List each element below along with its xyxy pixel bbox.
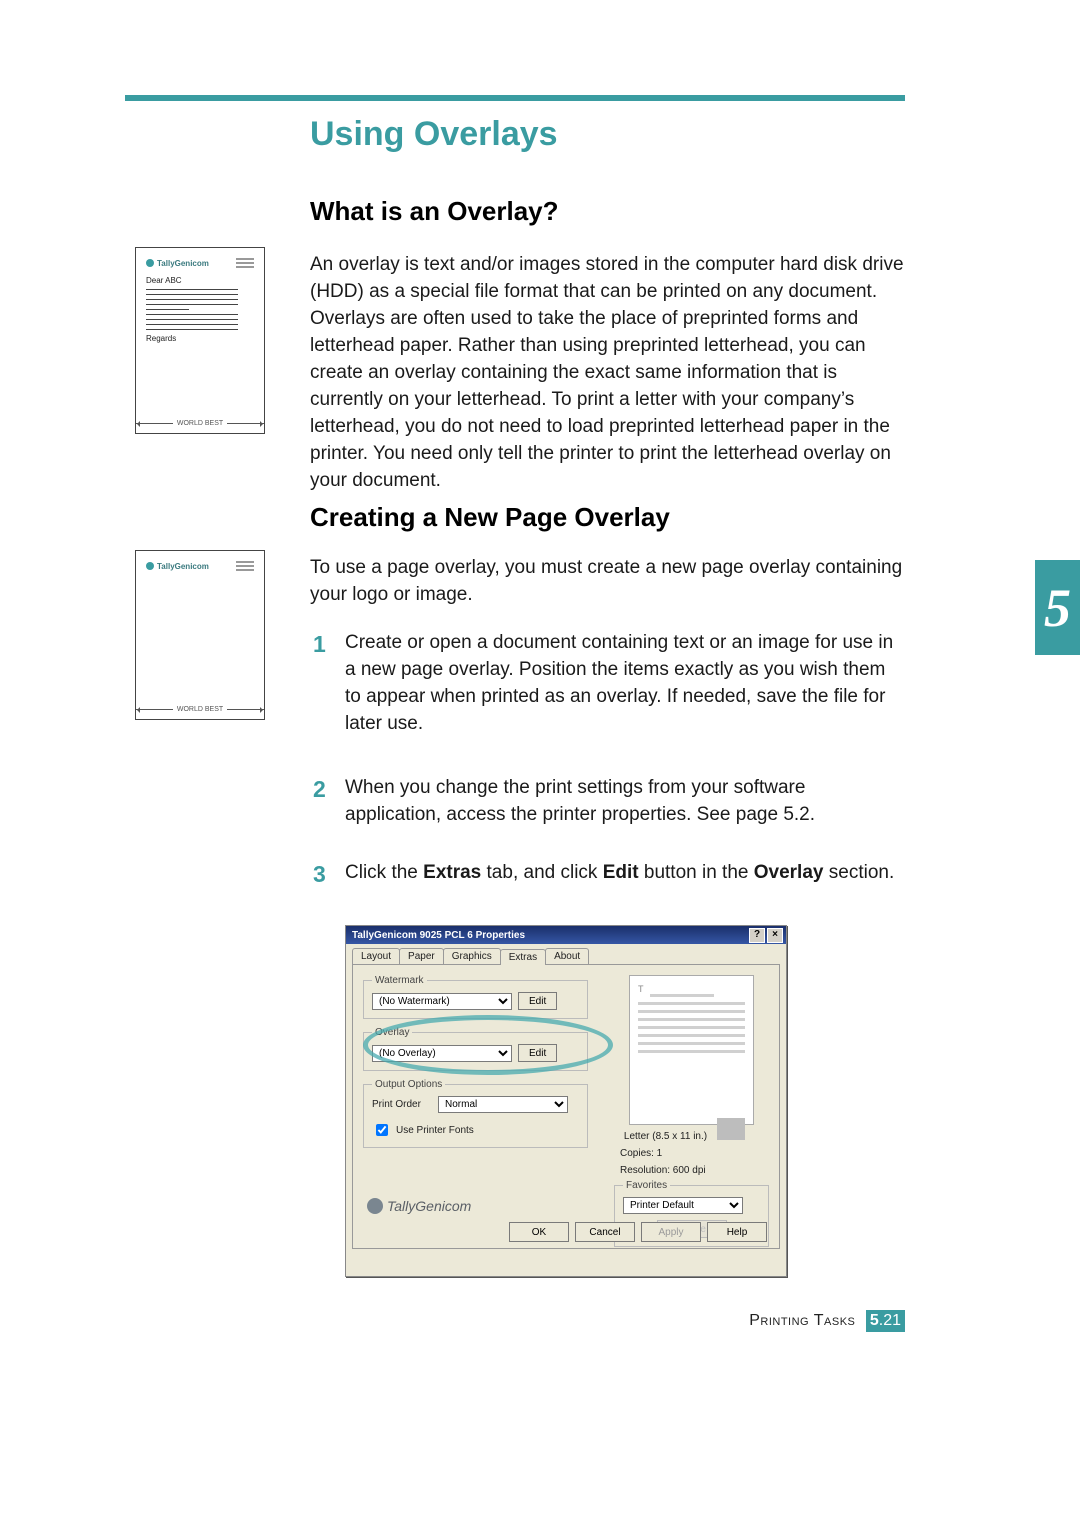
step-3: 3 Click the Extras tab, and click Edit b… bbox=[345, 860, 905, 887]
ok-button[interactable]: OK bbox=[509, 1222, 569, 1242]
print-order-label: Print Order bbox=[372, 1099, 432, 1110]
page-preview: T bbox=[629, 975, 754, 1125]
step-3-overlay: Overlay bbox=[754, 862, 824, 883]
step-3-extras: Extras bbox=[423, 862, 481, 883]
help-icon[interactable]: ? bbox=[749, 928, 765, 943]
step-1: 1 Create or open a document containing t… bbox=[345, 630, 905, 738]
create-intro-paragraph: To use a page overlay, you must create a… bbox=[310, 555, 905, 609]
tab-extras[interactable]: Extras bbox=[500, 949, 546, 965]
cancel-button[interactable]: Cancel bbox=[575, 1222, 635, 1242]
step-3-e: section. bbox=[823, 862, 894, 883]
chapter-tab: 5 bbox=[1035, 560, 1080, 655]
overlay-select[interactable]: (No Overlay) bbox=[372, 1045, 512, 1062]
dialog-brand-footer: TallyGenicom bbox=[367, 1198, 471, 1214]
footer-page-box: 5.21 bbox=[866, 1310, 905, 1332]
tab-paper[interactable]: Paper bbox=[399, 948, 444, 964]
logo-dot-icon bbox=[146, 562, 154, 570]
page-footer: Printing Tasks 5.21 bbox=[749, 1310, 905, 1332]
dialog-title: TallyGenicom 9025 PCL 6 Properties bbox=[352, 930, 525, 941]
printer-properties-dialog: TallyGenicom 9025 PCL 6 Properties ? × L… bbox=[345, 925, 787, 1277]
step-2-text-b: . bbox=[810, 804, 815, 825]
step-number-2: 2 bbox=[313, 773, 326, 806]
step-2-page-ref: 5.2 bbox=[783, 804, 809, 825]
apply-button[interactable]: Apply bbox=[641, 1222, 701, 1242]
overlay-edit-button[interactable]: Edit bbox=[518, 1044, 557, 1062]
preview-caption: Letter (8.5 x 11 in.) bbox=[614, 1131, 769, 1142]
step-1-text: Create or open a document containing tex… bbox=[345, 632, 893, 734]
help-button[interactable]: Help bbox=[707, 1222, 767, 1242]
dialog-tabs: Layout Paper Graphics Extras About bbox=[346, 944, 786, 964]
subheading-what-is-overlay: What is an Overlay? bbox=[310, 196, 559, 227]
illus-regards: Regards bbox=[146, 334, 254, 343]
use-printer-fonts-checkbox[interactable]: Use Printer Fonts bbox=[372, 1121, 579, 1139]
step-3-c: tab, and click bbox=[481, 862, 602, 883]
favorites-select[interactable]: Printer Default bbox=[623, 1197, 743, 1214]
tab-about[interactable]: About bbox=[545, 948, 589, 964]
use-printer-fonts-input[interactable] bbox=[376, 1124, 388, 1136]
illus-dear: Dear ABC bbox=[146, 276, 254, 285]
close-icon[interactable]: × bbox=[767, 928, 783, 943]
copies-info: Copies: 1 bbox=[620, 1148, 769, 1159]
top-accent-rule bbox=[125, 95, 905, 101]
output-legend: Output Options bbox=[372, 1079, 445, 1090]
subheading-creating-overlay: Creating a New Page Overlay bbox=[310, 502, 670, 533]
use-printer-fonts-label: Use Printer Fonts bbox=[396, 1125, 474, 1136]
watermark-select[interactable]: (No Watermark) bbox=[372, 993, 512, 1010]
resolution-info: Resolution: 600 dpi bbox=[620, 1165, 769, 1176]
step-3-d: button in the bbox=[639, 862, 754, 883]
page-title: Using Overlays bbox=[310, 115, 558, 154]
watermark-edit-button[interactable]: Edit bbox=[518, 992, 557, 1010]
illus-brand: TallyGenicom bbox=[146, 259, 209, 268]
watermark-legend: Watermark bbox=[372, 975, 427, 986]
watermark-group: Watermark (No Watermark) Edit bbox=[363, 975, 588, 1019]
illus-footer-arrow: WORLD BEST bbox=[136, 420, 264, 427]
favorites-legend: Favorites bbox=[623, 1180, 670, 1191]
footer-section-label: Printing Tasks bbox=[749, 1312, 855, 1329]
illus-brand: TallyGenicom bbox=[146, 562, 209, 571]
step-number-1: 1 bbox=[313, 628, 326, 661]
print-order-select[interactable]: Normal bbox=[438, 1096, 568, 1113]
hamburger-icon bbox=[236, 258, 254, 268]
dialog-panel: Watermark (No Watermark) Edit Overlay (N… bbox=[352, 964, 780, 1249]
step-2: 2 When you change the print settings fro… bbox=[345, 775, 905, 829]
step-3-a: Click the bbox=[345, 862, 423, 883]
logo-dot-icon bbox=[146, 259, 154, 267]
overlay-legend: Overlay bbox=[372, 1027, 412, 1038]
overlay-group: Overlay (No Overlay) Edit bbox=[363, 1027, 588, 1071]
hamburger-icon bbox=[236, 561, 254, 571]
step-2-text-a: When you change the print settings from … bbox=[345, 777, 805, 825]
dialog-titlebar: TallyGenicom 9025 PCL 6 Properties ? × bbox=[346, 926, 786, 944]
tab-layout[interactable]: Layout bbox=[352, 948, 400, 964]
letterhead-illustration-1: TallyGenicom Dear ABC Regards WORLD BEST bbox=[135, 247, 265, 434]
step-3-edit: Edit bbox=[603, 862, 639, 883]
step-number-3: 3 bbox=[313, 858, 326, 891]
overview-paragraph: An overlay is text and/or images stored … bbox=[310, 252, 905, 495]
illus-footer-arrow: WORLD BEST bbox=[136, 706, 264, 713]
tab-graphics[interactable]: Graphics bbox=[443, 948, 501, 964]
output-options-group: Output Options Print Order Normal Use Pr… bbox=[363, 1079, 588, 1148]
brand-logo-icon bbox=[367, 1198, 383, 1214]
letterhead-illustration-2: TallyGenicom WORLD BEST bbox=[135, 550, 265, 720]
